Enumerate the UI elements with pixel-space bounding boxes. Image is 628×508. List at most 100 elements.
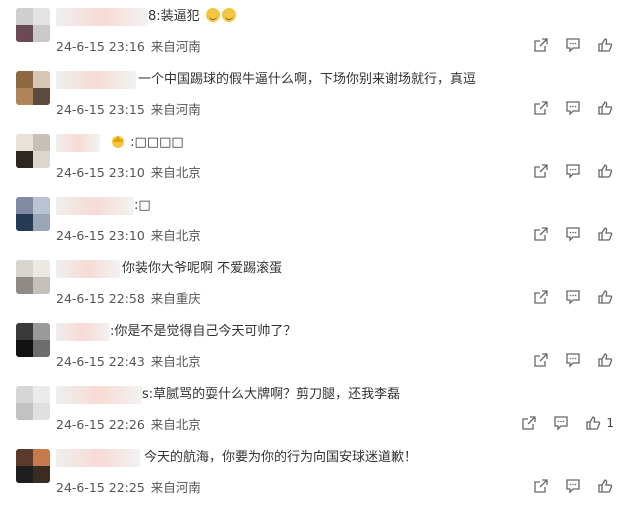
comment-body: 8:装逼犯 <box>148 9 200 24</box>
location: 来自北京 <box>150 165 201 180</box>
avatar[interactable] <box>16 8 50 42</box>
comment-icon <box>566 164 580 179</box>
comment-icon <box>566 101 580 116</box>
thumbs-up-icon <box>586 416 601 430</box>
comment-icon <box>566 227 580 242</box>
comment-meta: 24-6-15 22:26 来自北京 <box>56 414 201 433</box>
like-button[interactable] <box>596 288 614 306</box>
comment-icon <box>566 353 580 368</box>
comment-item: 8:装逼犯 24-6-15 23:16 来自河南 <box>0 4 628 67</box>
share-icon <box>534 353 548 367</box>
like-button[interactable] <box>596 477 614 495</box>
comment-button[interactable] <box>564 288 582 306</box>
comment-actions <box>518 225 614 243</box>
location: 来自河南 <box>150 102 201 117</box>
comment-actions <box>518 162 614 180</box>
crown-emoji-icon <box>112 136 124 148</box>
comment-button[interactable] <box>564 351 582 369</box>
comment-item: :你是不是觉得自己今天可帅了？ 24-6-15 22:43 来自北京 <box>0 319 628 382</box>
location: 来自北京 <box>150 354 201 369</box>
avatar[interactable] <box>16 260 50 294</box>
share-button[interactable] <box>532 477 550 495</box>
share-button[interactable] <box>532 288 550 306</box>
share-icon <box>534 101 548 115</box>
comment-text: :你是不是觉得自己今天可帅了？ <box>110 323 296 341</box>
thumbs-up-icon <box>598 353 613 367</box>
comment-list: 8:装逼犯 24-6-15 23:16 来自河南 一个中国踢球的假牛逼什么啊，下场… <box>0 0 628 503</box>
like-count: 1 <box>606 416 614 430</box>
blurred-username[interactable] <box>56 260 120 278</box>
comment-button[interactable] <box>564 162 582 180</box>
share-button[interactable] <box>532 99 550 117</box>
share-icon <box>534 479 548 493</box>
avatar[interactable] <box>16 323 50 357</box>
thumbs-up-icon <box>598 479 613 493</box>
comment-item: :□ 24-6-15 23:10 来自北京 <box>0 193 628 256</box>
thumbs-up-icon <box>598 290 613 304</box>
comment-button[interactable] <box>564 225 582 243</box>
blurred-username[interactable] <box>56 8 148 26</box>
comment-actions: 1 <box>506 414 614 432</box>
timestamp: 24-6-15 23:10 <box>56 165 145 180</box>
like-button[interactable] <box>596 162 614 180</box>
comment-button[interactable] <box>564 99 582 117</box>
comment-item: :□□□□ 24-6-15 23:10 来自北京 <box>0 130 628 193</box>
comment-icon <box>566 479 580 494</box>
thumbs-up-icon <box>598 227 613 241</box>
comment-item: 一个中国踢球的假牛逼什么啊，下场你别来谢场就行，真逗 24-6-15 23:15… <box>0 67 628 130</box>
comment-icon <box>554 416 569 431</box>
timestamp: 24-6-15 22:26 <box>56 417 145 432</box>
comment-actions <box>518 351 614 369</box>
blurred-username[interactable] <box>56 197 134 215</box>
thumbs-up-icon <box>598 164 613 178</box>
location: 来自重庆 <box>150 291 201 306</box>
comment-text: :□ <box>134 197 151 215</box>
share-icon <box>534 290 548 304</box>
blurred-username[interactable] <box>56 134 100 152</box>
comment-meta: 24-6-15 22:43 来自北京 <box>56 351 201 370</box>
share-button[interactable] <box>532 225 550 243</box>
comment-body: :你是不是觉得自己今天可帅了？ <box>110 324 297 339</box>
like-button[interactable] <box>584 414 602 432</box>
share-icon <box>534 38 548 52</box>
comment-item: 你装你大爷呢啊 不爱踢滚蛋 24-6-15 22:58 来自重庆 <box>0 256 628 319</box>
comment-actions <box>518 477 614 495</box>
avatar[interactable] <box>16 134 50 168</box>
comment-text: 今天的航海，你要为你的行为向国安球迷道歉！ <box>144 449 417 467</box>
blurred-username[interactable] <box>56 71 136 89</box>
avatar[interactable] <box>16 386 50 420</box>
like-button[interactable] <box>596 225 614 243</box>
comment-actions <box>518 288 614 306</box>
location: 来自北京 <box>150 228 201 243</box>
like-button[interactable] <box>596 351 614 369</box>
timestamp: 24-6-15 22:25 <box>56 480 145 495</box>
timestamp: 24-6-15 23:15 <box>56 102 145 117</box>
comment-button[interactable] <box>564 36 582 54</box>
comment-button[interactable] <box>564 477 582 495</box>
comment-actions <box>518 36 614 54</box>
share-button[interactable] <box>520 414 538 432</box>
timestamp: 24-6-15 22:43 <box>56 354 145 369</box>
avatar[interactable] <box>16 197 50 231</box>
comment-meta: 24-6-15 23:10 来自北京 <box>56 225 201 244</box>
emoji-icon <box>205 8 220 22</box>
avatar[interactable] <box>16 71 50 105</box>
comment-meta: 24-6-15 23:15 来自河南 <box>56 99 201 118</box>
emoji-icon <box>221 8 236 22</box>
comment-body: :□□□□ <box>130 135 184 150</box>
comment-button[interactable] <box>552 414 570 432</box>
blurred-username[interactable] <box>56 323 110 341</box>
share-button[interactable] <box>532 351 550 369</box>
share-button[interactable] <box>532 162 550 180</box>
share-button[interactable] <box>532 36 550 54</box>
share-icon <box>534 164 548 178</box>
like-button[interactable] <box>596 36 614 54</box>
blurred-username[interactable] <box>56 386 142 404</box>
thumbs-up-icon <box>598 38 613 52</box>
comment-meta: 24-6-15 23:16 来自河南 <box>56 36 201 55</box>
comment-icon <box>566 290 580 305</box>
avatar[interactable] <box>16 449 50 483</box>
like-button[interactable] <box>596 99 614 117</box>
blurred-username[interactable] <box>56 449 140 467</box>
comment-body: 你装你大爷呢啊 不爱踢滚蛋 <box>122 261 283 276</box>
